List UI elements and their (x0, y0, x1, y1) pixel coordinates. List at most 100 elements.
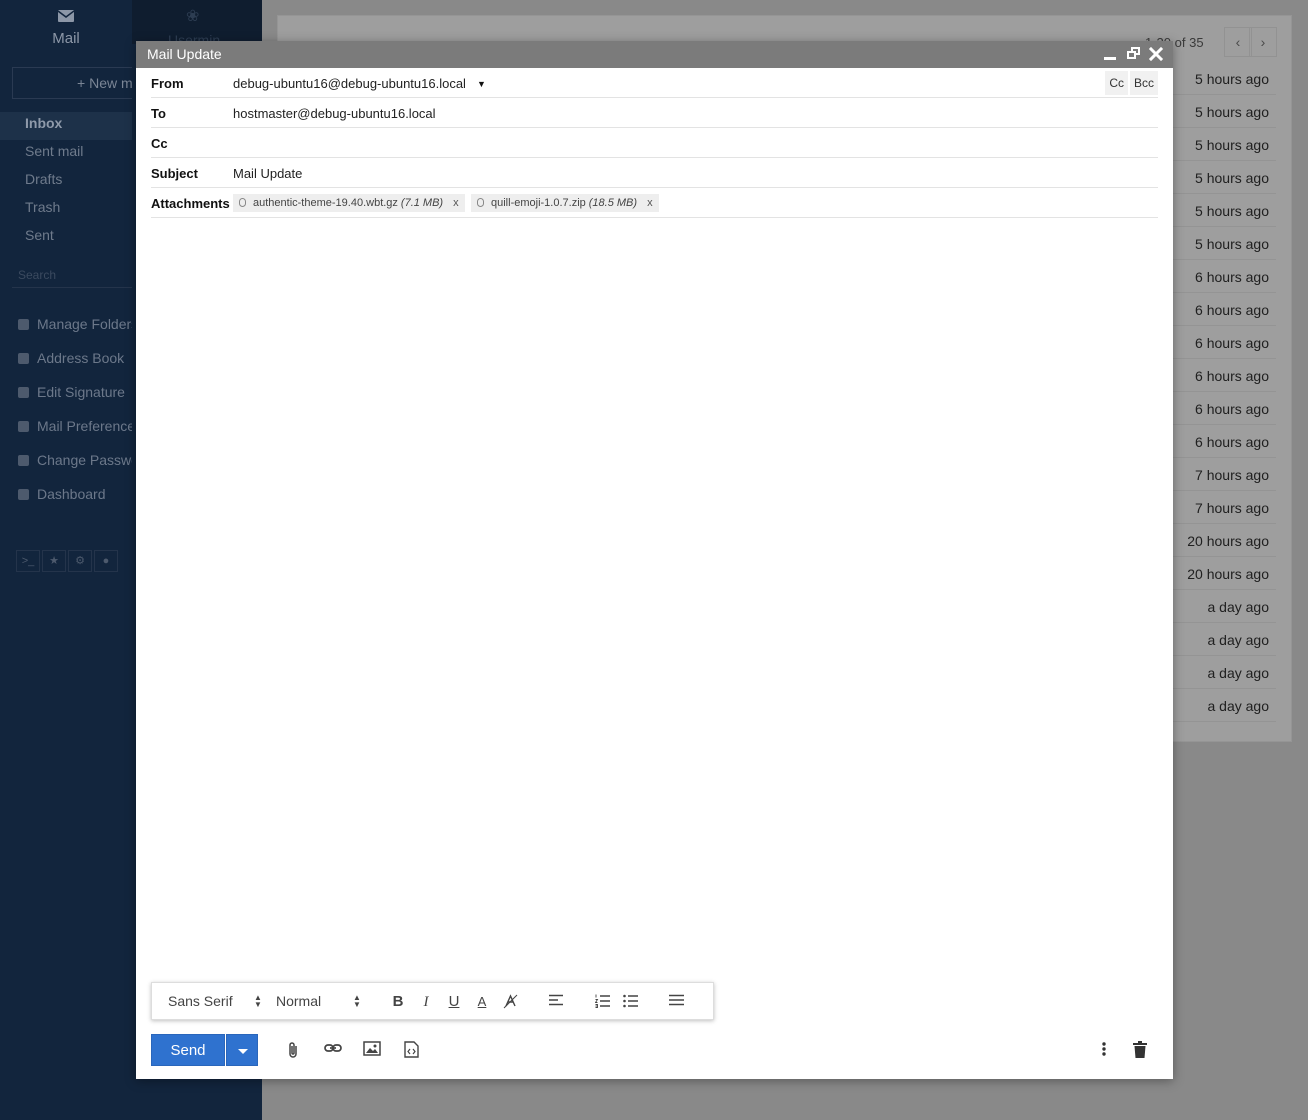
attachments-label: Attachments (151, 196, 230, 211)
dashboard-icon (18, 489, 29, 500)
sidebar-link-mail-preferences[interactable]: Mail Preferences (0, 414, 140, 448)
insert-link-icon[interactable] (322, 1039, 344, 1061)
font-family-value: Sans Serif (168, 993, 233, 1009)
cc-toggle-button[interactable]: Cc (1105, 71, 1128, 95)
subject-input[interactable]: Mail Update (233, 166, 302, 181)
star-icon[interactable]: ★ (42, 550, 66, 572)
sidebar-item-inbox[interactable]: Inbox (0, 112, 132, 140)
send-button[interactable]: Send (151, 1034, 225, 1066)
italic-button[interactable]: I (415, 991, 437, 1013)
sidebar-link-label: Edit Signature (37, 384, 125, 400)
dialog-title: Mail Update (147, 46, 222, 62)
message-row-time[interactable]: 5 hours ago (1170, 195, 1276, 227)
bullet-list-icon[interactable] (619, 991, 641, 1013)
message-row-time[interactable]: 7 hours ago (1170, 459, 1276, 491)
sidebar-search-input[interactable]: Search (12, 262, 136, 288)
folder-list: Inbox Sent mail Drafts Trash Sent (0, 112, 132, 252)
cc-input[interactable] (233, 136, 1133, 152)
sidebar-item-trash[interactable]: Trash (0, 196, 132, 224)
next-page-button[interactable]: › (1249, 27, 1277, 57)
message-row-time[interactable]: 5 hours ago (1170, 63, 1276, 95)
justify-icon[interactable] (665, 991, 687, 1013)
message-row-time[interactable]: 6 hours ago (1170, 261, 1276, 293)
sidebar-link-manage-folders[interactable]: Manage Folders (0, 312, 140, 346)
message-row-time[interactable]: 20 hours ago (1170, 525, 1276, 557)
message-row-time[interactable]: 6 hours ago (1170, 426, 1276, 458)
message-row-time[interactable]: a day ago (1170, 624, 1276, 656)
message-row-time[interactable]: 5 hours ago (1170, 129, 1276, 161)
send-options-button[interactable] (226, 1034, 258, 1066)
sidebar-link-edit-signature[interactable]: Edit Signature (0, 380, 140, 414)
bcc-toggle-button[interactable]: Bcc (1129, 71, 1158, 95)
message-row-time[interactable]: 5 hours ago (1170, 162, 1276, 194)
to-input[interactable]: hostmaster@debug-ubuntu16.local (233, 106, 436, 121)
from-select[interactable]: debug-ubuntu16@debug-ubuntu16.local (233, 76, 466, 91)
prev-page-button[interactable]: ‹ (1224, 27, 1252, 57)
sidebar-item-sent[interactable]: Sent (0, 224, 132, 252)
remove-attachment-button[interactable]: x (647, 197, 653, 209)
formatting-toolbar: Sans Serif ▲ ▼ Normal ▲ ▼ B I U A (151, 982, 714, 1020)
cc-label: Cc (151, 136, 168, 151)
text-color-button[interactable]: A (471, 991, 493, 1013)
sidebar-links: Manage Folders Address Book Edit Signatu… (0, 312, 140, 516)
sidebar-item-sent-mail[interactable]: Sent mail (0, 140, 132, 168)
font-size-select[interactable]: Normal ▲ ▼ (276, 993, 366, 1009)
sidebar-link-address-book[interactable]: Address Book (0, 346, 140, 380)
attachment-name: quill-emoji-1.0.7.zip (491, 197, 586, 209)
updown-icon: ▲ ▼ (254, 993, 262, 1009)
dialog-titlebar[interactable]: Mail Update (136, 41, 1173, 68)
cogs-icon[interactable]: ⚙ (68, 550, 92, 572)
attachment-name: authentic-theme-19.40.wbt.gz (253, 197, 398, 209)
minimize-icon[interactable] (1102, 46, 1118, 62)
sidebar-link-change-password[interactable]: Change Password (0, 448, 140, 482)
updown-icon: ▲ ▼ (353, 993, 361, 1009)
message-row-time[interactable]: 5 hours ago (1170, 96, 1276, 128)
mail-title: Mail (52, 30, 80, 47)
attachment-chip[interactable]: quill-emoji-1.0.7.zip (18.5 MB) x (471, 194, 659, 212)
message-row-time[interactable]: 6 hours ago (1170, 393, 1276, 425)
font-family-select[interactable]: Sans Serif ▲ ▼ (168, 993, 264, 1009)
message-row-time[interactable]: a day ago (1170, 591, 1276, 623)
cc-row: Cc (151, 128, 1158, 158)
message-body-editor[interactable] (151, 221, 1158, 971)
paperclip-icon (477, 198, 484, 207)
remove-attachment-button[interactable]: x (453, 197, 459, 209)
ordered-list-icon[interactable] (591, 991, 613, 1013)
sidebar-link-label: Dashboard (37, 486, 106, 502)
caret-down-icon[interactable]: ▼ (477, 79, 486, 89)
key-icon (18, 455, 29, 466)
new-mail-button[interactable]: + New m (12, 67, 152, 99)
attachment-size: (7.1 MB) (400, 197, 444, 209)
insert-code-icon[interactable] (400, 1039, 422, 1061)
delete-draft-icon[interactable] (1129, 1039, 1151, 1061)
message-row-time[interactable]: 20 hours ago (1170, 558, 1276, 590)
message-row-time[interactable]: 5 hours ago (1170, 228, 1276, 260)
message-row-time[interactable]: 6 hours ago (1170, 327, 1276, 359)
new-mail-label: New m (89, 75, 133, 91)
sidebar-link-dashboard[interactable]: Dashboard (0, 482, 140, 516)
attach-file-icon[interactable] (282, 1039, 304, 1061)
terminal-icon[interactable]: >_ (16, 550, 40, 572)
sidebar-link-label: Change Password (37, 452, 140, 468)
close-icon[interactable] (1148, 46, 1164, 62)
message-row-time[interactable]: a day ago (1170, 657, 1276, 689)
insert-image-icon[interactable] (361, 1039, 383, 1061)
message-row-time[interactable]: a day ago (1170, 690, 1276, 722)
underline-button[interactable]: U (443, 991, 465, 1013)
caret-down-icon (238, 1049, 248, 1054)
from-label: From (151, 76, 184, 91)
maximize-icon[interactable] (1126, 46, 1142, 62)
message-row-time[interactable]: 7 hours ago (1170, 492, 1276, 524)
bold-button[interactable]: B (387, 991, 409, 1013)
sidebar-link-label: Address Book (37, 350, 125, 366)
mail-header[interactable]: Mail (0, 0, 132, 60)
background-color-icon[interactable] (499, 991, 521, 1013)
more-options-icon[interactable] (1093, 1039, 1115, 1061)
align-left-icon[interactable] (545, 991, 567, 1013)
user-icon[interactable]: ● (94, 550, 118, 572)
paperclip-icon (239, 198, 246, 207)
message-row-time[interactable]: 6 hours ago (1170, 360, 1276, 392)
sidebar-item-drafts[interactable]: Drafts (0, 168, 132, 196)
attachment-chip[interactable]: authentic-theme-19.40.wbt.gz (7.1 MB) x (233, 194, 465, 212)
message-row-time[interactable]: 6 hours ago (1170, 294, 1276, 326)
